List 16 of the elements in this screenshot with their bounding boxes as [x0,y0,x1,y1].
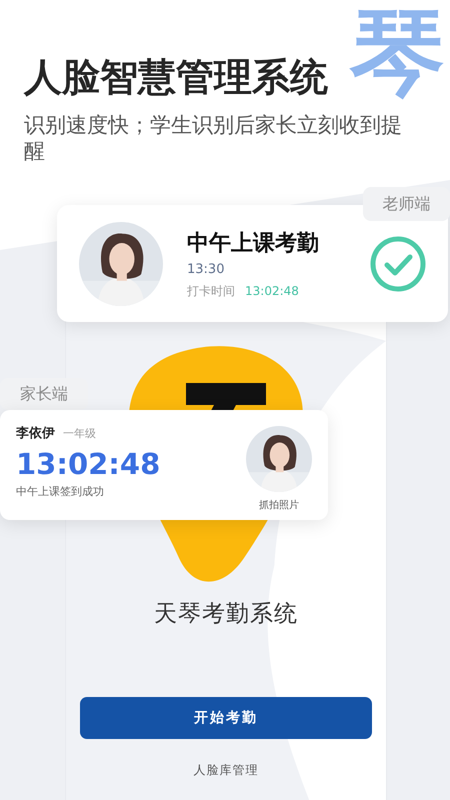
punch-time: 13:02:48 [245,284,299,298]
check-in-message: 中午上课签到成功 [16,484,105,499]
card-title: 中午上课考勤 [187,230,320,258]
student-name: 李依伊 [16,425,55,442]
teacher-tag: 老师端 [363,187,450,221]
face-library-link[interactable]: 人脸库管理 [194,763,258,777]
start-button[interactable]: 开始考勤 [80,697,372,739]
app-title: 天琴考勤系统 [154,601,298,627]
photo-caption: 抓拍照片 [259,498,299,512]
check-in-time: 13:02:48 [16,446,162,482]
grade-label: 一年级 [63,426,96,441]
backdrop-glyph: 琴 [350,8,445,103]
punch-label: 打卡时间 [187,282,235,300]
headline: 人脸智慧管理系统 [24,54,329,101]
class-time: 13:30 [187,262,226,276]
subtitle: 识别速度快；学生识别后家长立刻收到提醒 [24,112,403,164]
